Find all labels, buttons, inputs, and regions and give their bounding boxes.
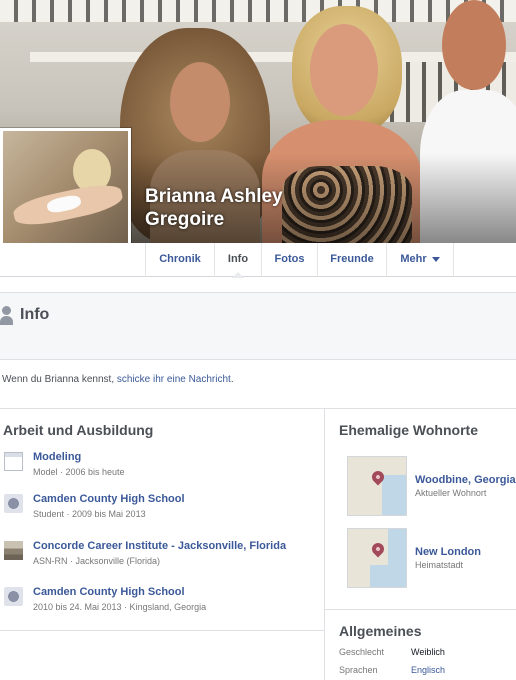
general-row-key: Sprachen [339,665,378,675]
work-item-details: Student · 2009 bis Mai 2013 [33,509,146,519]
school-icon [4,587,23,606]
tab-label: Chronik [159,253,201,265]
place-type: Heimatstadt [415,560,464,570]
map-land [348,457,382,515]
profile-picture[interactable] [0,128,131,262]
work-item-details: Model · 2006 bis heute [33,467,125,477]
column-divider [324,409,325,680]
tab-label: Fotos [274,253,305,265]
divider [0,630,324,631]
page-icon [4,452,23,471]
work-item-title[interactable]: Modeling [33,451,81,463]
work-item-details: ASN-RN · Jacksonville (Florida) [33,556,161,566]
person-icon [0,306,14,326]
map-thumbnail[interactable] [347,528,407,588]
place-item: New London Heimatstadt [347,528,512,588]
building-icon [4,541,23,560]
place-name[interactable]: New London [415,546,481,558]
work-section-title: Arbeit und Ausbildung [3,422,154,438]
message-prompt-text: Wenn du Brianna kennst, [2,374,117,385]
work-item: Camden County High School 2010 bis 24. M… [4,586,314,621]
tab-mehr[interactable]: Mehr [387,243,454,277]
place-type: Aktueller Wohnort [415,488,487,498]
map-thumbnail[interactable] [347,456,407,516]
tab-label: Freunde [330,253,374,265]
general-section-title: Allgemeines [339,623,422,639]
profile-tab-bar: Chronik Info Fotos Freunde Mehr [0,243,516,278]
message-prompt: Wenn du Brianna kennst, schicke ihr eine… [2,374,234,385]
tab-freunde[interactable]: Freunde [318,243,387,277]
profile-tabs: Chronik Info Fotos Freunde Mehr [145,243,454,278]
work-item-title[interactable]: Camden County High School [33,586,185,598]
tab-info[interactable]: Info [215,243,262,278]
message-prompt-end: . [230,374,234,385]
cover-railing [0,0,516,22]
map-land [348,559,370,587]
cover-person-right-face [442,0,506,90]
work-item: Camden County High School Student · 2009… [4,493,314,528]
person-icon-body [0,316,13,325]
tab-label: Mehr [400,253,427,265]
work-item: Concorde Career Institute - Jacksonville… [4,540,314,575]
work-item: Modeling Model · 2006 bis heute [4,451,314,486]
tab-fotos[interactable]: Fotos [262,243,318,277]
work-item-title[interactable]: Camden County High School [33,493,185,505]
divider [0,408,516,409]
chevron-down-icon [431,256,440,262]
profile-name[interactable]: Brianna Ashley Gregoire [145,185,345,231]
places-section-title: Ehemalige Wohnorte [339,422,478,438]
tab-chronik[interactable]: Chronik [145,243,215,277]
tab-label: Info [227,253,249,265]
general-row-value: Weiblich [411,647,445,657]
general-row-value[interactable]: Englisch [411,665,445,675]
general-row-key: Geschlecht [339,647,385,657]
info-header: Info [0,292,516,360]
cover-person-center-face [310,24,378,116]
cover-person-left-face [170,62,230,142]
info-title: Info [20,306,50,323]
person-icon-head [2,306,11,315]
work-item-details: 2010 bis 24. Mai 2013 · Kingsland, Georg… [33,602,207,612]
place-name[interactable]: Woodbine, Georgia [415,474,516,486]
work-item-title[interactable]: Concorde Career Institute - Jacksonville… [33,540,286,552]
place-item: Woodbine, Georgia Aktueller Wohnort [347,456,516,516]
send-message-link[interactable]: schicke ihr eine Nachricht [117,374,231,385]
school-icon [4,494,23,513]
divider [325,609,516,610]
